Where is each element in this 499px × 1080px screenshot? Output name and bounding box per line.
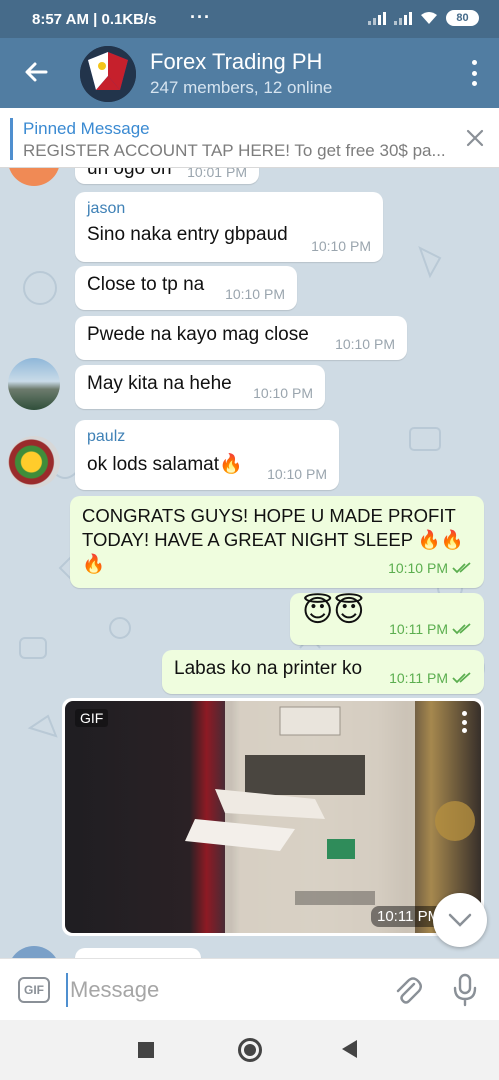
- status-bar: 8:57 AM | 0.1KB/s ··· 80: [0, 0, 499, 38]
- message-partial: un ogo on 10:01 PM: [75, 168, 259, 184]
- message-bubble[interactable]: Close to tp na 10:10 PM: [75, 266, 297, 310]
- atm-printer-image: [185, 701, 475, 933]
- battery-icon: 80: [446, 10, 479, 26]
- more-vert-icon[interactable]: [471, 60, 477, 86]
- double-check-icon: [452, 623, 471, 635]
- user-avatar[interactable]: [8, 436, 60, 488]
- status-time: 8:57 AM | 0.1KB/s: [32, 11, 157, 28]
- message-partial: [75, 948, 201, 958]
- nav-back-icon[interactable]: [342, 1040, 357, 1058]
- chat-area[interactable]: un ogo on 10:01 PM jason Sino naka entry…: [0, 168, 499, 958]
- message-bubble-outgoing[interactable]: 😇😇 10:11 PM: [290, 593, 484, 645]
- signal-icon-2: [394, 11, 412, 25]
- status-icons: 80: [368, 10, 479, 26]
- system-nav-bar: [0, 1020, 499, 1080]
- sender-name[interactable]: jason: [87, 200, 371, 218]
- gif-message[interactable]: GIF 10:11 PM: [62, 698, 484, 936]
- pinned-accent-bar: [10, 118, 13, 160]
- message-time: 10:11 PM: [389, 621, 472, 637]
- chevron-down-icon: [448, 913, 472, 927]
- recents-icon[interactable]: [138, 1042, 154, 1058]
- home-icon[interactable]: [238, 1038, 262, 1062]
- message-time: 10:10 PM: [311, 238, 371, 254]
- sender-name[interactable]: paulz: [87, 428, 327, 446]
- group-avatar[interactable]: [80, 46, 136, 102]
- chat-title[interactable]: Forex Trading PH: [150, 49, 322, 75]
- chat-header: Forex Trading PH 247 members, 12 online: [0, 38, 499, 108]
- wifi-icon: [421, 12, 437, 24]
- pinned-message[interactable]: Pinned Message REGISTER ACCOUNT TAP HERE…: [0, 108, 499, 168]
- message-bubble[interactable]: jason Sino naka entry gbpaud 10:10 PM: [75, 192, 383, 262]
- gif-more-icon[interactable]: [462, 711, 467, 733]
- scroll-down-button[interactable]: [433, 893, 487, 947]
- status-more-icon: ···: [190, 7, 211, 27]
- message-input[interactable]: [66, 973, 366, 1007]
- gif-button[interactable]: GIF: [18, 977, 50, 1003]
- message-time: 10:10 PM: [253, 385, 313, 401]
- message-bubble[interactable]: paulz ok lods salamat🔥 10:10 PM: [75, 420, 339, 490]
- group-logo-icon: [80, 46, 136, 102]
- message-bubble[interactable]: May kita na hehe 10:10 PM: [75, 365, 325, 409]
- mic-icon[interactable]: [452, 973, 478, 1007]
- message-partial-time: 10:01 PM: [187, 168, 247, 180]
- composer-bar: GIF: [0, 958, 499, 1020]
- message-bubble-outgoing[interactable]: Labas ko na printer ko 10:11 PM: [162, 650, 484, 694]
- message-bubble[interactable]: Pwede na kayo mag close 10:10 PM: [75, 316, 407, 360]
- user-avatar[interactable]: [8, 358, 60, 410]
- signal-icon: [368, 11, 386, 25]
- attach-icon[interactable]: [392, 974, 422, 1006]
- message-time: 10:10 PM: [267, 466, 327, 482]
- message-time: 10:10 PM: [225, 286, 285, 302]
- pinned-text: REGISTER ACCOUNT TAP HERE! To get free 3…: [23, 141, 446, 160]
- pinned-title: Pinned Message: [23, 119, 150, 138]
- chat-subtitle: 247 members, 12 online: [150, 78, 333, 97]
- close-icon[interactable]: [465, 128, 485, 148]
- message-time: 10:11 PM: [389, 670, 472, 686]
- gif-label: GIF: [75, 709, 109, 727]
- double-check-icon: [452, 562, 471, 574]
- double-check-icon: [452, 672, 471, 684]
- gif-preview[interactable]: GIF 10:11 PM: [65, 701, 481, 933]
- message-time: 10:10 PM: [335, 336, 395, 352]
- back-arrow-icon[interactable]: [22, 58, 50, 86]
- message-time: 10:10 PM: [388, 556, 472, 580]
- message-bubble-outgoing[interactable]: CONGRATS GUYS! HOPE U MADE PROFIT TODAY!…: [70, 496, 484, 588]
- message-partial-text: un ogo on: [87, 168, 172, 179]
